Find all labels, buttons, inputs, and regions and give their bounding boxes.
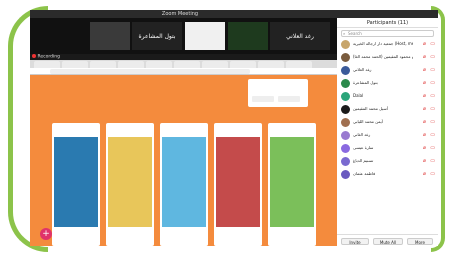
mic-muted-icon[interactable]: ⌀ xyxy=(423,54,426,60)
padlet-button[interactable] xyxy=(278,96,300,102)
shared-screen-browser: + xyxy=(30,60,337,246)
camera-off-icon[interactable]: ▭ xyxy=(430,158,435,164)
padlet-button[interactable] xyxy=(252,96,274,102)
participant-row[interactable]: أدهم محمود المقيمين (الحمد محمد الغا) ⌀ ▭ xyxy=(337,51,438,64)
comic-image xyxy=(54,137,98,227)
padlet-card[interactable] xyxy=(160,123,208,246)
video-tile[interactable] xyxy=(185,22,225,50)
padlet-header-box xyxy=(248,79,308,107)
padlet-board: + xyxy=(30,75,337,246)
browser-tab[interactable] xyxy=(118,61,144,68)
browser-tab[interactable] xyxy=(62,61,88,68)
avatar xyxy=(341,131,350,140)
avatar xyxy=(341,53,350,62)
browser-tab[interactable] xyxy=(174,61,200,68)
camera-off-icon[interactable]: ▭ xyxy=(430,54,435,60)
participant-name: رغد العلاني xyxy=(286,33,314,40)
participants-panel: Participants (11) ⌕ Search جمعية دار ارج… xyxy=(337,18,438,246)
recording-indicator[interactable]: Recording xyxy=(32,54,60,60)
window-titlebar: Zoom Meeting xyxy=(30,10,438,18)
video-tile[interactable]: بتول المشاعرة xyxy=(132,22,182,50)
mic-muted-icon[interactable]: ⌀ xyxy=(423,132,426,138)
video-tile[interactable] xyxy=(228,22,268,50)
camera-off-icon[interactable]: ▭ xyxy=(430,145,435,151)
mic-muted-icon[interactable]: ⌀ xyxy=(423,106,426,112)
mic-muted-icon[interactable]: ⌀ xyxy=(423,80,426,86)
avatar xyxy=(341,92,350,101)
participant-row[interactable]: أيمن محمد الليابي ⌀ ▭ xyxy=(337,116,438,129)
comic-image xyxy=(216,137,260,227)
padlet-card[interactable] xyxy=(214,123,262,246)
mic-muted-icon[interactable]: ⌀ xyxy=(423,67,426,73)
participant-row[interactable]: بتول المشاعرة ⌀ ▭ xyxy=(337,77,438,90)
record-dot-icon xyxy=(32,54,36,58)
browser-tab[interactable] xyxy=(258,61,284,68)
avatar xyxy=(341,79,350,88)
participant-row[interactable]: Dalal ⌀ ▭ xyxy=(337,90,438,103)
participant-row[interactable]: تسنيم الدباغ ⌀ ▭ xyxy=(337,155,438,168)
browser-tab[interactable] xyxy=(146,61,172,68)
video-tile[interactable]: رغد العلاني xyxy=(270,22,330,50)
mic-muted-icon[interactable]: ⌀ xyxy=(423,145,426,151)
camera-off-icon[interactable]: ▭ xyxy=(430,171,435,177)
browser-tab[interactable] xyxy=(34,61,60,68)
camera-off-icon[interactable]: ▭ xyxy=(430,106,435,112)
padlet-card[interactable] xyxy=(106,123,154,246)
browser-tabs xyxy=(30,60,337,68)
window-title: Zoom Meeting xyxy=(161,11,199,17)
camera-off-icon[interactable]: ▭ xyxy=(430,67,435,73)
mic-muted-icon[interactable]: ⌀ xyxy=(423,119,426,125)
camera-off-icon[interactable]: ▭ xyxy=(430,93,435,99)
camera-off-icon[interactable]: ▭ xyxy=(430,119,435,125)
avatar xyxy=(341,157,350,166)
participants-search-input[interactable]: ⌕ Search xyxy=(341,30,434,37)
search-icon: ⌕ xyxy=(343,31,346,36)
invite-button[interactable]: Invite xyxy=(341,238,369,245)
video-tile[interactable] xyxy=(90,22,130,50)
participant-name: بتول المشاعرة xyxy=(138,33,176,40)
mic-muted-icon[interactable]: ⌀ xyxy=(423,158,426,164)
mic-muted-icon[interactable]: ⌀ xyxy=(423,93,426,99)
mic-muted-icon[interactable]: ⌀ xyxy=(423,41,426,47)
participants-list: جمعية دار ارجاله الخيرية (Host, me)⌀▭ أد… xyxy=(337,38,438,181)
comic-image xyxy=(108,137,152,227)
participant-row[interactable]: رغد العلاني ⌀ ▭ xyxy=(337,64,438,77)
camera-off-icon[interactable]: ▭ xyxy=(430,80,435,86)
browser-tab[interactable] xyxy=(230,61,256,68)
avatar xyxy=(341,105,350,114)
padlet-card[interactable] xyxy=(52,123,100,246)
more-button[interactable]: More xyxy=(407,238,433,245)
participants-footer: Invite Mute All More xyxy=(337,234,438,246)
camera-off-icon[interactable]: ▭ xyxy=(430,41,435,47)
avatar xyxy=(341,66,350,75)
slide-frame: Zoom Meeting بتول المشاعرة رغد العلاني R… xyxy=(0,0,449,255)
mic-muted-icon[interactable]: ⌀ xyxy=(423,171,426,177)
avatar xyxy=(341,40,350,49)
comic-image xyxy=(162,137,206,227)
zoom-window: Zoom Meeting بتول المشاعرة رغد العلاني R… xyxy=(30,10,438,246)
browser-tab[interactable] xyxy=(90,61,116,68)
avatar xyxy=(341,144,350,153)
participants-title: Participants (11) xyxy=(337,18,438,28)
participant-row[interactable]: أسيل محمد المقيمين ⌀ ▭ xyxy=(337,103,438,116)
browser-tab[interactable] xyxy=(202,61,228,68)
avatar xyxy=(341,118,350,127)
address-bar[interactable] xyxy=(30,68,337,75)
avatar xyxy=(341,170,350,179)
comic-image xyxy=(270,137,314,227)
padlet-card[interactable] xyxy=(268,123,316,246)
participant-row[interactable]: رغد الغاني ⌀ ▭ xyxy=(337,129,438,142)
participant-row[interactable]: جمعية دار ارجاله الخيرية (Host, me)⌀▭ xyxy=(337,38,438,51)
video-gallery: بتول المشاعرة رغد العلاني xyxy=(30,18,337,54)
add-post-button[interactable]: + xyxy=(40,228,52,240)
camera-off-icon[interactable]: ▭ xyxy=(430,132,435,138)
participant-row[interactable]: سارة عيسى ⌀ ▭ xyxy=(337,142,438,155)
participant-row[interactable]: فاطمة عثمان ⌀ ▭ xyxy=(337,168,438,181)
mute-all-button[interactable]: Mute All xyxy=(373,238,403,245)
browser-tab[interactable] xyxy=(286,61,312,68)
